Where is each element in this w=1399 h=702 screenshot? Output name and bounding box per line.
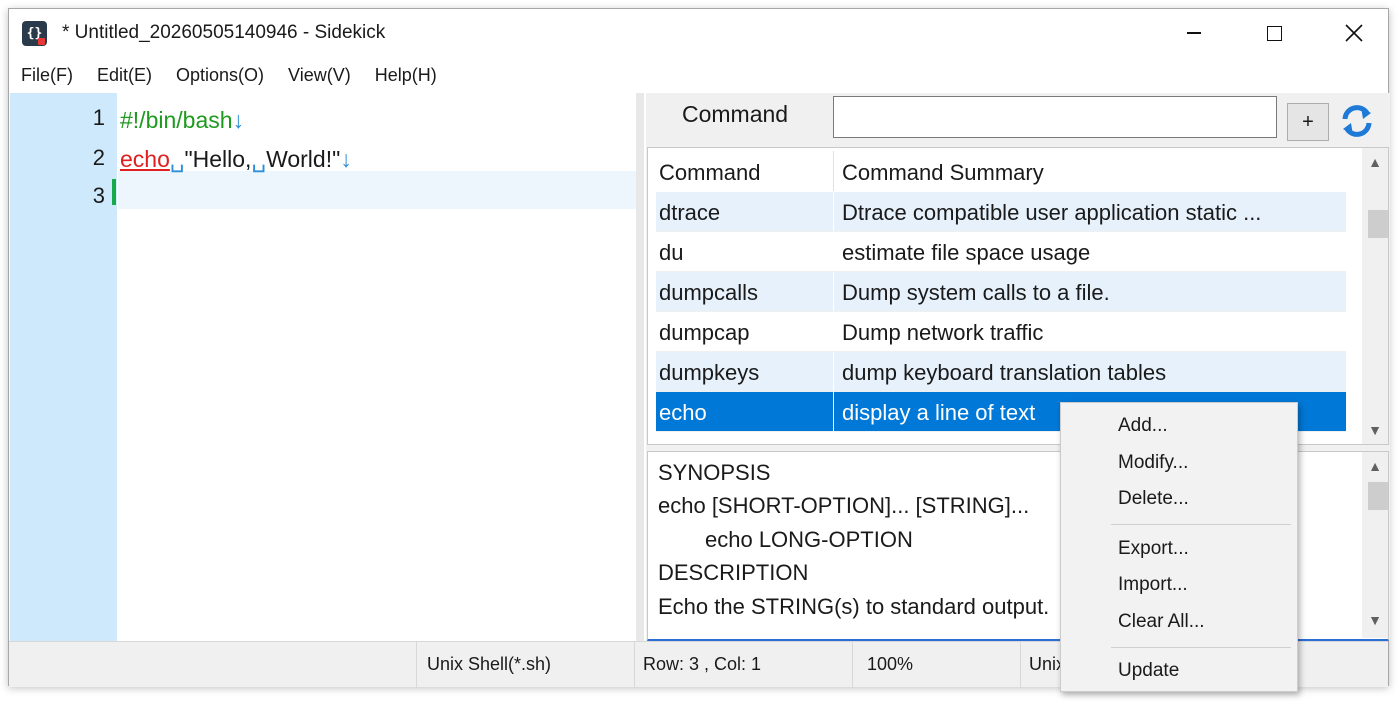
cell-summary: dump keyboard translation tables [842, 360, 1167, 385]
desc-line: SYNOPSIS [658, 460, 771, 485]
keyword-echo: echo [120, 146, 170, 172]
line-number: 2 [92, 145, 105, 170]
desc-line: echo [SHORT-OPTION]... [STRING]... [658, 493, 1030, 518]
menu-item-clear-all[interactable]: Clear All... [1118, 611, 1205, 633]
code-line-2: echo␣"Hello,␣World!"↓ [120, 146, 352, 173]
text-cursor [112, 179, 116, 205]
line-number: 1 [92, 105, 105, 130]
scroll-thumb[interactable] [1368, 482, 1388, 510]
menu-separator [1111, 524, 1291, 525]
menu-item-update[interactable]: Update [1118, 660, 1179, 682]
menu-help[interactable]: Help(H) [367, 61, 445, 91]
table-header: Command Command Summary [656, 151, 1346, 191]
maximize-button[interactable] [1239, 9, 1309, 57]
command-label: Command [682, 101, 789, 127]
status-zoom[interactable]: 100% [852, 642, 1020, 688]
menu-item-delete[interactable]: Delete... [1118, 488, 1189, 510]
table-row[interactable]: du estimate file space usage [656, 232, 1346, 272]
shebang-text: #!/bin/bash [120, 107, 233, 133]
context-menu: Add... Modify... Delete... Export... Imp… [1060, 402, 1298, 692]
menu-bar: File(F) Edit(E) Options(O) View(V) Help(… [9, 61, 1388, 91]
cell-summary: estimate file space usage [842, 240, 1091, 265]
cell-command: dumpcap [656, 312, 834, 351]
menu-item-export[interactable]: Export... [1118, 538, 1189, 560]
table-row[interactable]: dumpcalls Dump system calls to a file. [656, 272, 1346, 312]
command-search-input[interactable] [833, 96, 1277, 138]
menu-view[interactable]: View(V) [280, 61, 359, 91]
cell-summary: Dtrace compatible user application stati… [842, 200, 1262, 225]
eol-mark: ↓ [340, 146, 352, 172]
space-mark: ␣ [251, 146, 267, 172]
string-part-2: World!" [266, 146, 341, 172]
space-mark: ␣ [169, 146, 185, 172]
close-button[interactable] [1319, 9, 1389, 57]
window-title: * Untitled_20260505140946 - Sidekick [62, 22, 386, 43]
minimize-icon [1187, 32, 1201, 34]
close-icon [1345, 24, 1363, 42]
table-scrollbar[interactable]: ▲ ▼ [1362, 148, 1388, 444]
line-number: 3 [92, 183, 105, 208]
menu-file[interactable]: File(F) [13, 61, 81, 91]
table-row[interactable]: dumpkeys dump keyboard translation tables [656, 352, 1346, 392]
cell-command: dtrace [656, 192, 834, 231]
desc-line: DESCRIPTION [658, 560, 809, 585]
eol-mark: ↓ [232, 107, 245, 133]
table-row[interactable]: dumpcap Dump network traffic [656, 312, 1346, 352]
string-part-1: "Hello, [184, 146, 252, 172]
add-command-button[interactable]: + [1287, 103, 1329, 141]
cell-command: du [656, 232, 834, 271]
menu-edit[interactable]: Edit(E) [89, 61, 160, 91]
current-line-highlight [118, 171, 636, 209]
menu-options[interactable]: Options(O) [168, 61, 272, 91]
column-header-command[interactable]: Command [656, 151, 834, 191]
menu-item-import[interactable]: Import... [1118, 574, 1188, 596]
minimize-button[interactable] [1159, 9, 1229, 57]
scroll-thumb[interactable] [1368, 210, 1388, 238]
cell-summary: Dump system calls to a file. [842, 280, 1110, 305]
line-number-gutter: 1 2 3 [10, 93, 117, 641]
app-icon: {} [22, 21, 47, 46]
menu-separator [1111, 647, 1291, 648]
scroll-down-icon[interactable]: ▼ [1362, 612, 1388, 632]
title-bar: {} * Untitled_20260505140946 - Sidekick [9, 9, 1388, 57]
description-scrollbar[interactable]: ▲ ▼ [1362, 452, 1388, 638]
cell-command: dumpkeys [656, 352, 834, 391]
desc-line: Echo the STRING(s) to standard output. [658, 594, 1050, 619]
command-table: Command Command Summary dtrace Dtrace com… [647, 147, 1389, 445]
pane-splitter[interactable] [636, 93, 644, 641]
cell-command: echo [656, 392, 834, 431]
refresh-icon[interactable] [1339, 101, 1375, 141]
cell-summary: Dump network traffic [842, 320, 1044, 345]
scroll-down-icon[interactable]: ▼ [1362, 422, 1388, 442]
code-editor[interactable]: 1 2 3 #!/bin/bash↓ echo␣"Hello,␣World!"↓ [10, 93, 636, 641]
menu-item-add[interactable]: Add... [1118, 415, 1168, 437]
cell-command: dumpcalls [656, 272, 834, 311]
code-line-1: #!/bin/bash↓ [120, 107, 244, 134]
desc-line: echo LONG-OPTION [705, 527, 913, 552]
status-language[interactable]: Unix Shell(*.sh) [416, 642, 634, 688]
status-position: Row: 3 , Col: 1 [634, 642, 852, 688]
table-row[interactable]: dtrace Dtrace compatible user application… [656, 192, 1346, 232]
menu-item-modify[interactable]: Modify... [1118, 452, 1188, 474]
maximize-icon [1266, 25, 1282, 41]
scroll-up-icon[interactable]: ▲ [1362, 154, 1388, 174]
scroll-up-icon[interactable]: ▲ [1362, 458, 1388, 478]
column-header-summary[interactable]: Command Summary [834, 151, 1052, 191]
